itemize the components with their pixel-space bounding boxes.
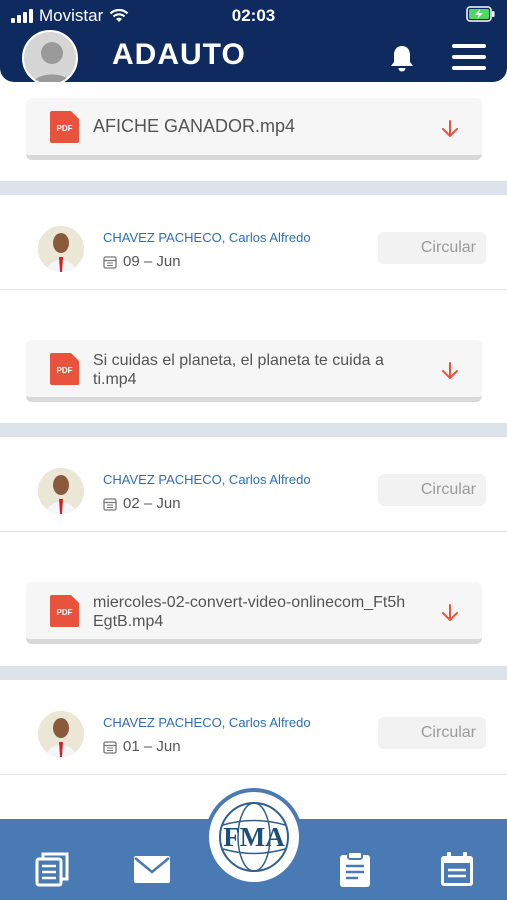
author-avatar[interactable] [38, 711, 84, 757]
download-arrow-icon[interactable] [438, 359, 462, 383]
svg-text:PDF: PDF [57, 366, 73, 375]
pdf-file-icon: PDF [50, 111, 79, 143]
calendar-small-icon [103, 497, 117, 511]
author-name-link[interactable]: CHAVEZ PACHECO, Carlos Alfredo [103, 230, 311, 245]
post-date-text: 02 – Jun [123, 495, 181, 512]
status-bar: Movistar 02:03 [0, 0, 507, 30]
author-name-link[interactable]: CHAVEZ PACHECO, Carlos Alfredo [103, 472, 311, 487]
battery-charging-icon [466, 6, 495, 22]
author-avatar[interactable] [38, 468, 84, 514]
fma-logo-button[interactable]: FMA [205, 788, 303, 886]
post-feed[interactable]: PDF AFICHE GANADOR.mp4 CHAVEZ PACHECO, C… [0, 82, 507, 819]
bell-icon[interactable] [386, 42, 418, 74]
attachment-filename: AFICHE GANADOR.mp4 [93, 116, 296, 136]
user-placeholder-icon [24, 32, 76, 82]
attachment-filename: miercoles-02-convert-video-onlinecom_Ft5… [93, 594, 406, 630]
post-separator [0, 666, 507, 680]
app-header: Movistar 02:03 ADAUTO [0, 0, 507, 82]
post-date-text: 09 – Jun [123, 253, 181, 270]
download-arrow-icon[interactable] [438, 117, 462, 141]
svg-text:PDF: PDF [57, 124, 73, 133]
author-photo-image [38, 468, 84, 514]
author-name-link[interactable]: CHAVEZ PACHECO, Carlos Alfredo [103, 715, 311, 730]
post-separator [0, 181, 507, 195]
app-title: ADAUTO [112, 38, 246, 71]
circular-button[interactable]: Circular [378, 232, 486, 264]
news-icon[interactable] [33, 851, 71, 887]
circular-button[interactable]: Circular [378, 717, 486, 749]
calendar-small-icon [103, 740, 117, 754]
attachment-filename: Si cuidas el planeta, el planeta te cuid… [93, 352, 384, 388]
post-divider [0, 531, 507, 532]
post-date: 09 – Jun [103, 253, 181, 270]
post-separator [0, 423, 507, 437]
post-divider [0, 289, 507, 290]
pdf-file-icon: PDF [50, 353, 79, 385]
hamburger-menu-icon[interactable] [452, 44, 486, 70]
download-arrow-icon[interactable] [438, 601, 462, 625]
globe-logo-icon: FMA [219, 802, 289, 872]
post-date-text: 01 – Jun [123, 738, 181, 755]
calendar-small-icon [103, 255, 117, 269]
author-photo-image [38, 226, 84, 272]
post-date: 02 – Jun [103, 495, 181, 512]
circular-button[interactable]: Circular [378, 474, 486, 506]
pdf-file-icon: PDF [50, 595, 79, 627]
attachment-card[interactable]: PDF AFICHE GANADOR.mp4 [26, 98, 482, 160]
post-divider [0, 774, 507, 775]
post-date: 01 – Jun [103, 738, 181, 755]
clipboard-icon[interactable] [336, 851, 374, 887]
svg-text:PDF: PDF [57, 608, 73, 617]
user-avatar[interactable] [22, 30, 78, 82]
calendar-icon[interactable] [438, 851, 476, 887]
status-time: 02:03 [231, 6, 276, 25]
author-photo-image [38, 711, 84, 757]
author-avatar[interactable] [38, 226, 84, 272]
svg-text:FMA: FMA [223, 822, 285, 852]
attachment-card[interactable]: PDF miercoles-02-convert-video-onlinecom… [26, 582, 482, 644]
attachment-card[interactable]: PDF Si cuidas el planeta, el planeta te … [26, 340, 482, 402]
mail-icon[interactable] [133, 851, 171, 887]
